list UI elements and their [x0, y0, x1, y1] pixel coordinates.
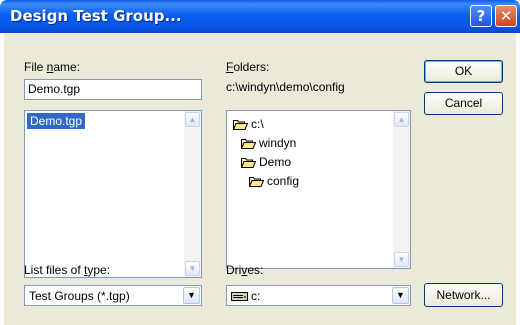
- chevron-down-icon[interactable]: ▼: [392, 287, 409, 304]
- folders-label: Folders:: [226, 60, 270, 74]
- open-folder-icon: [241, 157, 256, 169]
- file-list-scrollbar[interactable]: ▲ ▼: [184, 111, 201, 277]
- file-list[interactable]: Demo.tgp ▲ ▼: [24, 110, 202, 278]
- file-name-input[interactable]: Demo.tgp: [24, 79, 202, 100]
- scroll-up-icon[interactable]: ▲: [394, 112, 409, 127]
- ok-button[interactable]: OK: [424, 60, 503, 83]
- dialog-body: File name: Demo.tgp Demo.tgp ▲ ▼ Folders…: [4, 33, 516, 325]
- file-type-select[interactable]: Test Groups (*.tgp) ▼: [24, 285, 202, 306]
- title-bar[interactable]: Design Test Group... ? ✕: [0, 0, 520, 33]
- scroll-up-icon[interactable]: ▲: [185, 112, 200, 127]
- help-icon: ?: [476, 7, 486, 25]
- folder-tree[interactable]: c:\ windyn Demo config ▲ ▼: [226, 110, 411, 269]
- hard-drive-icon: [231, 291, 248, 302]
- close-button[interactable]: ✕: [495, 5, 517, 27]
- folder-item-root[interactable]: c:\: [233, 116, 264, 132]
- folder-item-demo[interactable]: Demo: [241, 154, 291, 170]
- chevron-down-icon[interactable]: ▼: [183, 287, 200, 304]
- open-folder-icon: [249, 176, 264, 188]
- drives-select[interactable]: c: ▼: [226, 285, 411, 306]
- file-name-value: Demo.tgp: [28, 82, 81, 96]
- close-icon: ✕: [499, 7, 513, 25]
- file-type-label: List files of type:: [24, 263, 111, 277]
- window-title: Design Test Group...: [10, 7, 182, 25]
- drive-value: c:: [251, 289, 261, 303]
- folder-item-config[interactable]: config: [249, 173, 299, 189]
- folder-tree-scrollbar[interactable]: ▲ ▼: [393, 111, 410, 268]
- drives-label: Drives:: [226, 263, 264, 277]
- open-folder-icon: [241, 138, 256, 150]
- file-type-value: Test Groups (*.tgp): [29, 289, 130, 303]
- folder-item-windyn[interactable]: windyn: [241, 135, 296, 151]
- open-folder-icon: [233, 119, 248, 131]
- file-name-label: File name:: [24, 60, 81, 74]
- current-folder-path: c:\windyn\demo\config: [226, 80, 345, 94]
- help-button[interactable]: ?: [470, 5, 492, 27]
- cancel-button[interactable]: Cancel: [424, 92, 503, 115]
- scroll-down-icon[interactable]: ▼: [394, 252, 409, 267]
- scroll-down-icon[interactable]: ▼: [185, 261, 200, 276]
- file-list-item-selected[interactable]: Demo.tgp: [27, 113, 86, 129]
- network-button[interactable]: Network...: [424, 283, 503, 307]
